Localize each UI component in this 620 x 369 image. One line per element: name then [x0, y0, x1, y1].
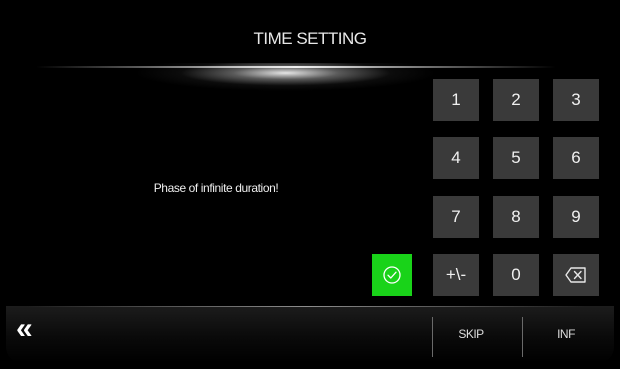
status-message: Phase of infinite duration!: [153, 181, 279, 195]
back-button[interactable]: «: [16, 314, 33, 344]
key-5[interactable]: 5: [493, 137, 539, 179]
key-4[interactable]: 4: [433, 137, 479, 179]
inf-button[interactable]: INF: [536, 327, 596, 341]
key-7[interactable]: 7: [433, 196, 479, 238]
double-chevron-left-icon: «: [16, 312, 33, 345]
skip-button[interactable]: SKIP: [441, 327, 501, 341]
key-1[interactable]: 1: [433, 79, 479, 121]
key-3[interactable]: 3: [553, 79, 599, 121]
header-divider: [36, 66, 556, 68]
footer-divider: [26, 306, 586, 307]
key-0[interactable]: 0: [493, 254, 539, 296]
backspace-icon: [565, 267, 586, 283]
key-9[interactable]: 9: [553, 196, 599, 238]
key-6[interactable]: 6: [553, 137, 599, 179]
key-2[interactable]: 2: [493, 79, 539, 121]
footer-separator: [432, 317, 433, 357]
screen: TIME SETTING Phase of infinite duration!…: [6, 6, 614, 363]
check-circle-icon: [383, 266, 401, 284]
key-sign[interactable]: +\-: [433, 254, 479, 296]
confirm-button[interactable]: [372, 254, 412, 296]
footer-separator: [522, 317, 523, 357]
backspace-button[interactable]: [553, 254, 599, 296]
key-8[interactable]: 8: [493, 196, 539, 238]
